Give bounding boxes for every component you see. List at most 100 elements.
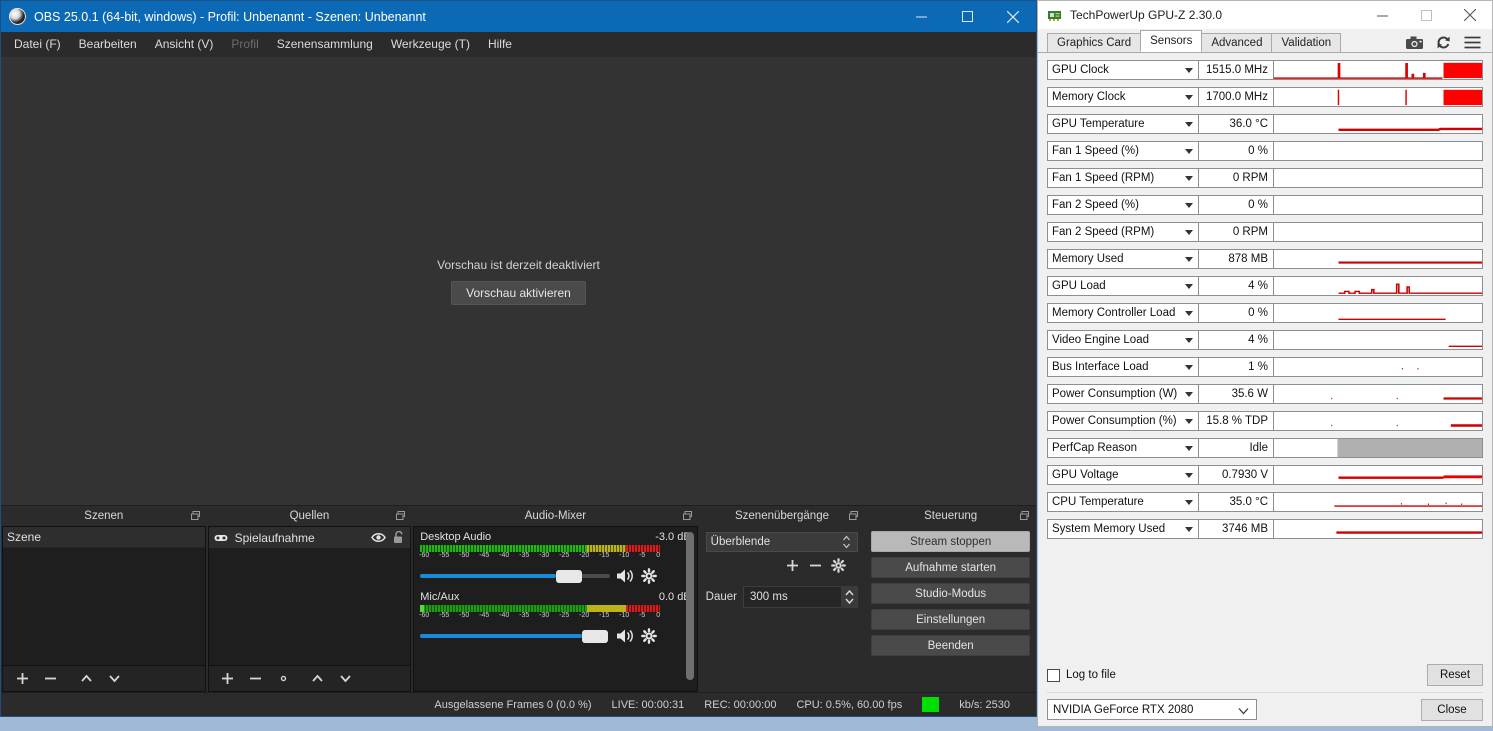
float-dock-icon[interactable] <box>849 511 859 520</box>
sensor-name-select[interactable]: Bus Interface Load <box>1047 356 1199 377</box>
move-scene-up-icon[interactable] <box>73 668 99 690</box>
chevron-down-icon[interactable] <box>1185 337 1193 343</box>
menu-ansicht[interactable]: Ansicht (V) <box>146 33 223 55</box>
scenes-list[interactable]: Szene <box>2 526 206 666</box>
hamburger-menu-icon[interactable] <box>1464 36 1481 49</box>
camera-icon[interactable] <box>1406 36 1423 49</box>
add-transition-icon[interactable] <box>785 558 800 578</box>
gpu-select-dropdown[interactable]: NVIDIA GeForce RTX 2080 <box>1047 699 1257 720</box>
mute-speaker-icon[interactable] <box>616 628 635 644</box>
refresh-icon[interactable] <box>1436 35 1451 50</box>
remove-transition-icon[interactable] <box>808 558 823 578</box>
obs-minimize-button[interactable] <box>898 1 944 32</box>
float-dock-icon[interactable] <box>682 511 692 520</box>
tab-sensors[interactable]: Sensors <box>1140 30 1203 52</box>
tab-validation[interactable]: Validation <box>1271 33 1342 52</box>
log-to-file-checkbox[interactable] <box>1047 668 1060 682</box>
sensor-name-select[interactable]: Fan 2 Speed (%) <box>1047 194 1199 215</box>
mixer-scrollbar[interactable] <box>685 532 694 680</box>
unlocked-icon[interactable] <box>393 531 404 544</box>
sensor-name-select[interactable]: Video Engine Load <box>1047 329 1199 350</box>
mute-speaker-icon[interactable] <box>616 568 635 584</box>
chevron-down-icon[interactable] <box>1185 229 1193 235</box>
record-toggle-button[interactable]: Aufnahme starten <box>871 557 1030 578</box>
chevron-down-icon[interactable] <box>1185 499 1193 505</box>
add-source-icon[interactable] <box>215 668 241 690</box>
sources-list[interactable]: Spielaufnahme <box>207 526 412 666</box>
gpuz-close-button[interactable] <box>1448 1 1492 29</box>
menu-bearbeiten[interactable]: Bearbeiten <box>70 33 146 55</box>
chevron-down-icon[interactable] <box>1185 283 1193 289</box>
float-dock-icon[interactable] <box>190 511 200 520</box>
move-source-down-icon[interactable] <box>333 668 359 690</box>
chevron-down-icon[interactable] <box>1185 364 1193 370</box>
chevron-down-icon[interactable] <box>1185 310 1193 316</box>
chevron-down-icon[interactable] <box>1185 391 1193 397</box>
sensor-name-select[interactable]: Memory Controller Load <box>1047 302 1199 323</box>
source-list-item[interactable]: Spielaufnahme <box>208 527 411 548</box>
chevron-down-icon[interactable] <box>1185 445 1193 451</box>
duration-input[interactable]: 300 ms <box>742 586 859 608</box>
stream-toggle-button[interactable]: Stream stoppen <box>871 531 1030 552</box>
menu-szenensammlung[interactable]: Szenensammlung <box>268 33 382 55</box>
add-scene-icon[interactable] <box>9 668 35 690</box>
duration-stepper-icon[interactable] <box>841 586 858 608</box>
chevron-down-icon[interactable] <box>1185 67 1193 73</box>
chevron-down-icon[interactable] <box>1185 94 1193 100</box>
obs-maximize-button[interactable] <box>944 1 990 32</box>
chevron-down-icon[interactable] <box>1185 526 1193 532</box>
transition-spinner-icon[interactable] <box>839 535 853 549</box>
remove-scene-icon[interactable] <box>37 668 63 690</box>
sensor-name-select[interactable]: Power Consumption (%) <box>1047 410 1199 431</box>
close-button[interactable]: Close <box>1421 698 1483 721</box>
scene-list-item[interactable]: Szene <box>3 527 205 548</box>
float-dock-icon[interactable] <box>396 511 406 520</box>
menu-datei[interactable]: Datei (F) <box>5 33 70 55</box>
chevron-down-icon[interactable] <box>1185 121 1193 127</box>
exit-button[interactable]: Beenden <box>871 635 1030 656</box>
volume-slider[interactable] <box>420 569 611 583</box>
transition-properties-gear-icon[interactable] <box>831 558 847 578</box>
volume-slider[interactable] <box>420 629 610 643</box>
tab-advanced[interactable]: Advanced <box>1201 33 1273 52</box>
sensor-name-select[interactable]: Fan 1 Speed (RPM) <box>1047 167 1199 188</box>
sensor-name-select[interactable]: Fan 1 Speed (%) <box>1047 140 1199 161</box>
enable-preview-button[interactable]: Vorschau aktivieren <box>451 280 586 305</box>
sensor-name-select[interactable]: Fan 2 Speed (RPM) <box>1047 221 1199 242</box>
sensor-name-select[interactable]: Memory Used <box>1047 248 1199 269</box>
float-dock-icon[interactable] <box>1020 511 1029 520</box>
sensor-name-select[interactable]: Memory Clock <box>1047 86 1199 107</box>
sensor-name-select[interactable]: Power Consumption (W) <box>1047 383 1199 404</box>
chevron-down-icon[interactable] <box>1185 256 1193 262</box>
source-properties-gear-icon[interactable] <box>271 668 297 690</box>
chevron-down-icon[interactable] <box>1185 472 1193 478</box>
chevron-down-icon[interactable] <box>1185 418 1193 424</box>
settings-button[interactable]: Einstellungen <box>871 609 1030 630</box>
chevron-down-icon[interactable] <box>1185 148 1193 154</box>
sensor-name-select[interactable]: CPU Temperature <box>1047 491 1199 512</box>
transition-select[interactable]: Überblende <box>705 532 859 552</box>
gpuz-minimize-button[interactable] <box>1360 1 1404 29</box>
sensor-name-select[interactable]: GPU Voltage <box>1047 464 1199 485</box>
sensor-name-label: Memory Used <box>1052 252 1124 265</box>
chevron-down-icon[interactable] <box>1185 175 1193 181</box>
studio-mode-button[interactable]: Studio-Modus <box>871 583 1030 604</box>
eye-icon[interactable] <box>371 532 387 543</box>
move-source-up-icon[interactable] <box>305 668 331 690</box>
audio-properties-gear-icon[interactable] <box>641 628 658 644</box>
move-scene-down-icon[interactable] <box>101 668 127 690</box>
menu-hilfe[interactable]: Hilfe <box>479 33 521 55</box>
sensor-name-select[interactable]: GPU Temperature <box>1047 113 1199 134</box>
sensor-name-select[interactable]: GPU Clock <box>1047 59 1199 80</box>
tab-graphics-card[interactable]: Graphics Card <box>1047 33 1142 52</box>
reset-button[interactable]: Reset <box>1427 664 1483 686</box>
menu-werkzeuge[interactable]: Werkzeuge (T) <box>382 33 479 55</box>
sensor-name-select[interactable]: System Memory Used <box>1047 518 1199 539</box>
obs-close-button[interactable] <box>990 1 1036 32</box>
chevron-down-icon[interactable] <box>1238 706 1249 718</box>
sensor-name-select[interactable]: GPU Load <box>1047 275 1199 296</box>
remove-source-icon[interactable] <box>243 668 269 690</box>
sensor-name-select[interactable]: PerfCap Reason <box>1047 437 1199 458</box>
chevron-down-icon[interactable] <box>1185 202 1193 208</box>
audio-properties-gear-icon[interactable] <box>641 568 658 584</box>
